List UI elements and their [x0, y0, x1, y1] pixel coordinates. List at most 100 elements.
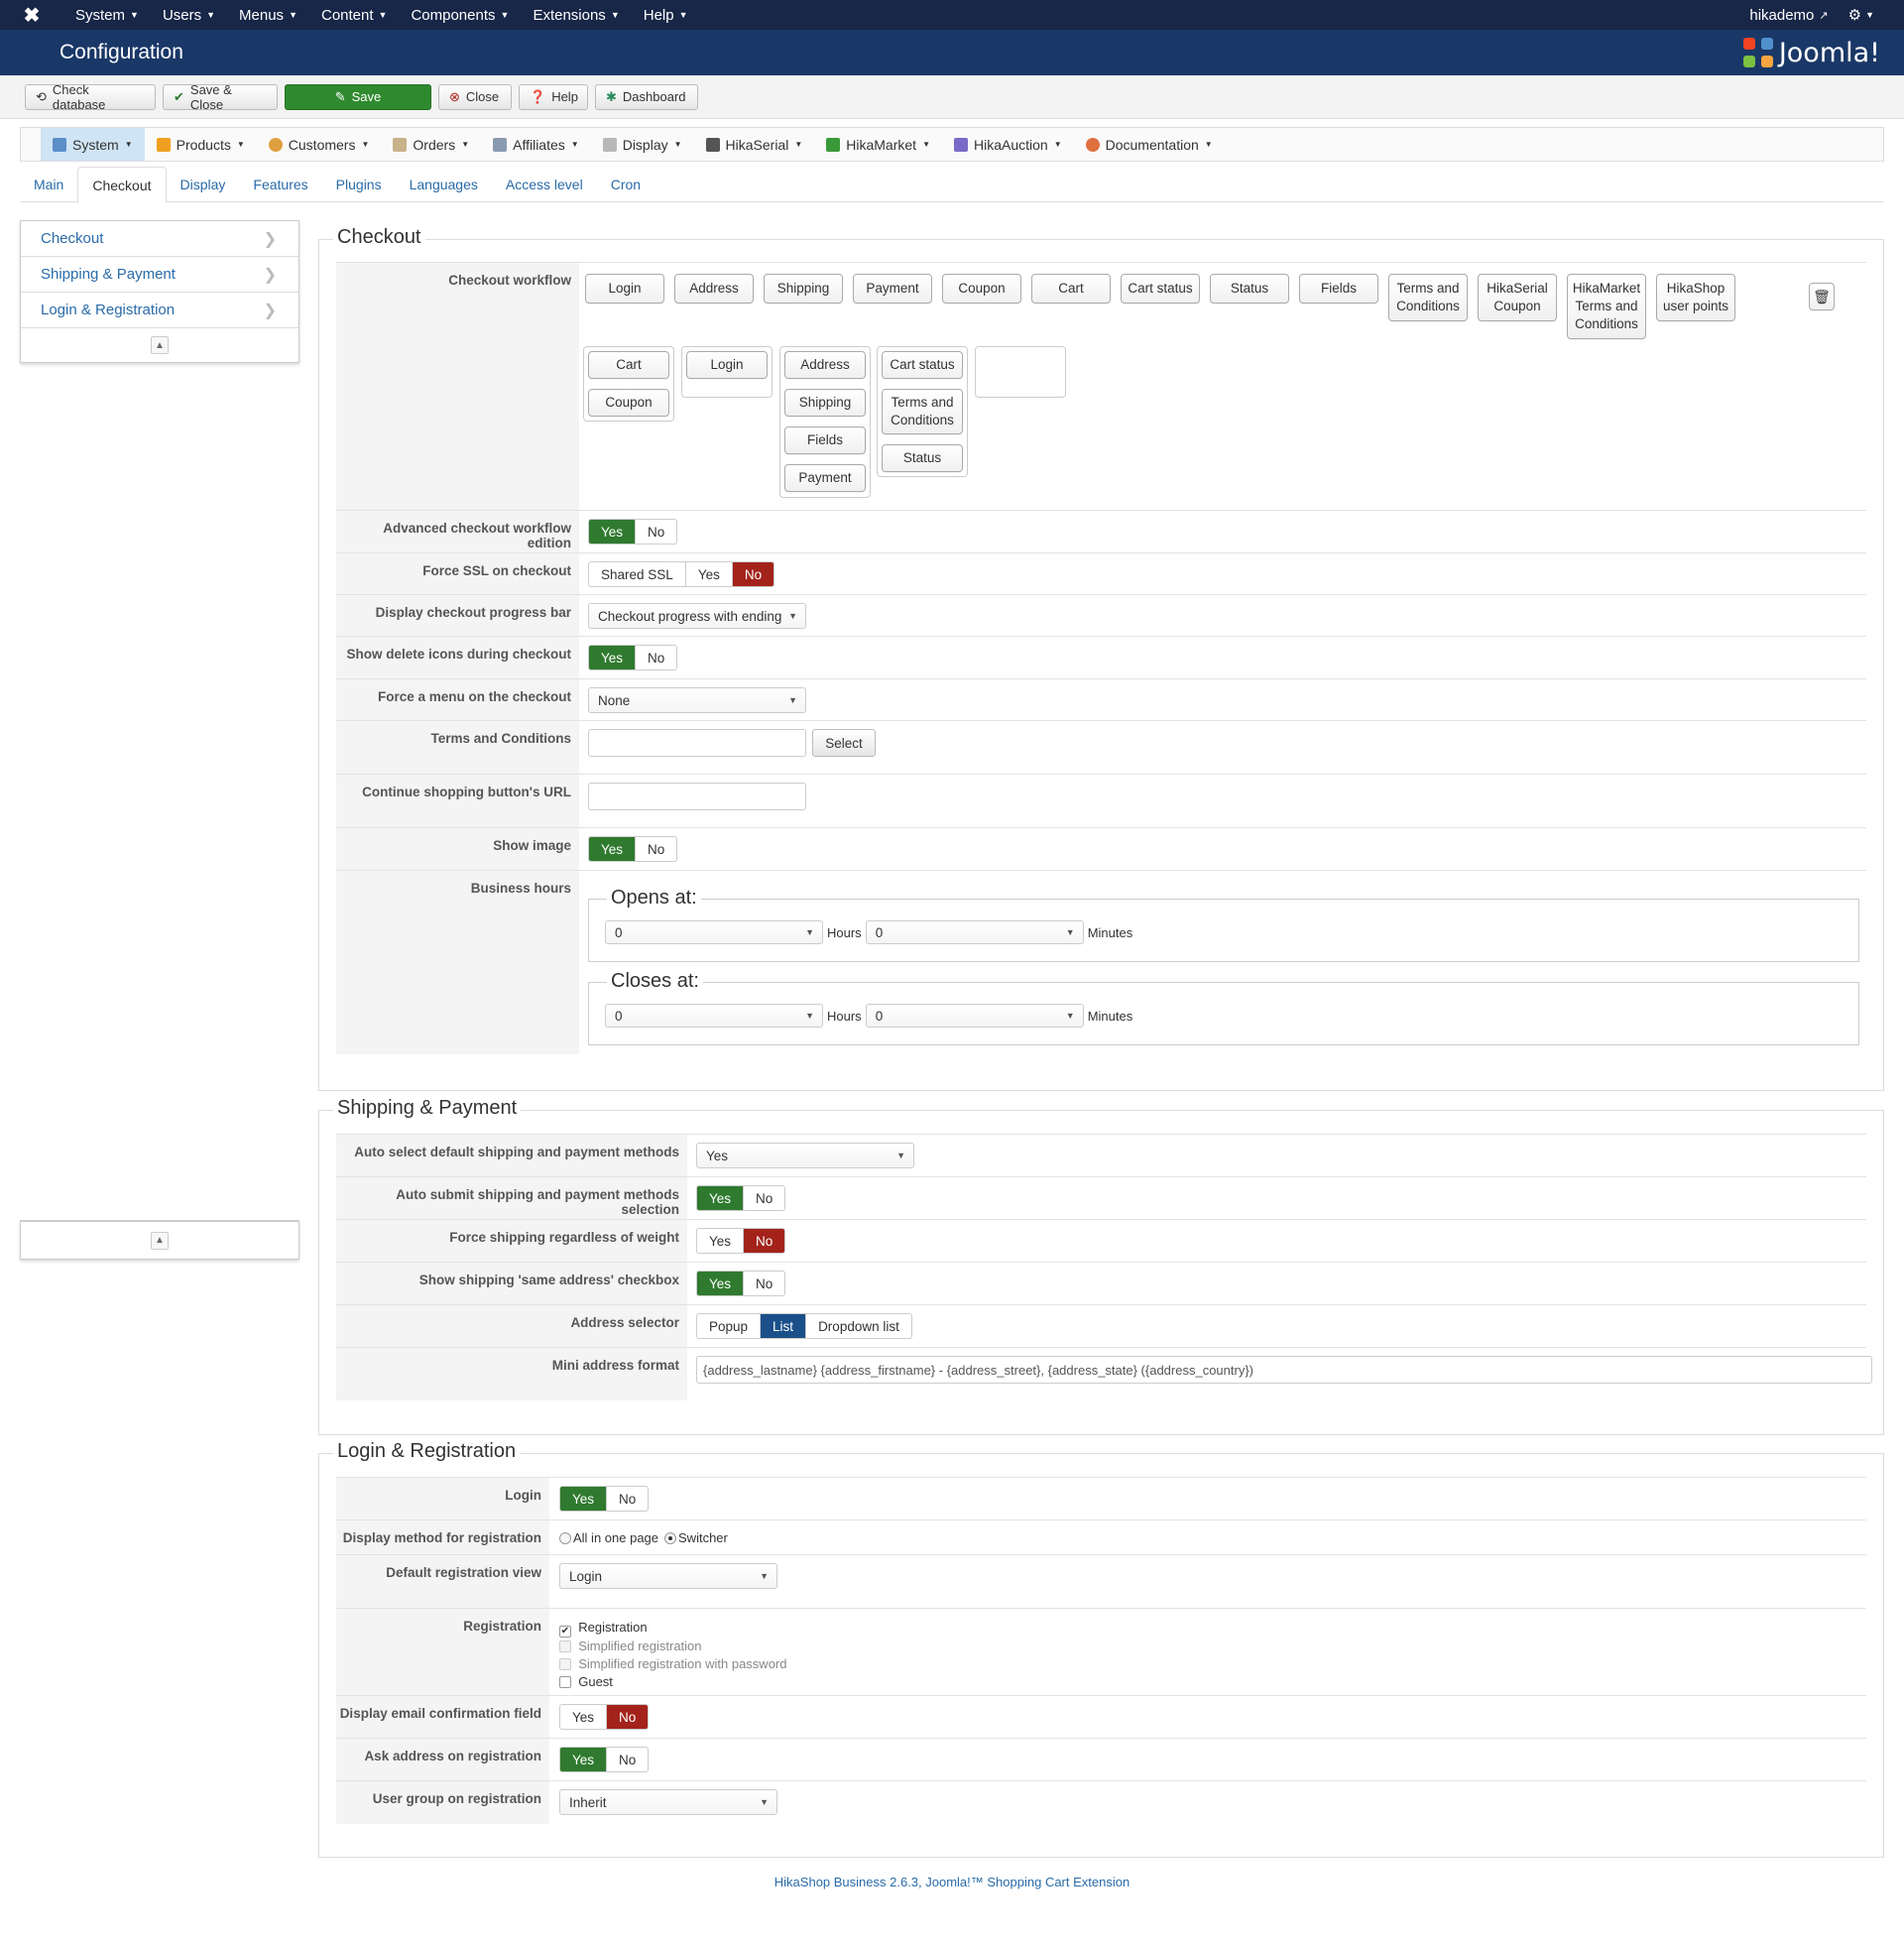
force-menu-select[interactable]: None ▼	[588, 687, 806, 713]
workflow-payment[interactable]: Payment	[853, 274, 932, 304]
same-address-toggle[interactable]: Yes No	[696, 1271, 786, 1296]
tab-features[interactable]: Features	[239, 167, 321, 201]
workflow-fields[interactable]: Fields	[1299, 274, 1378, 304]
settings-menu[interactable]: ⚙ ▼	[1848, 6, 1874, 24]
hmenu-documentation[interactable]: Documentation ▼	[1074, 128, 1225, 161]
no-option[interactable]: No	[636, 520, 676, 544]
workflow-cart[interactable]: Cart	[1031, 274, 1111, 304]
step-item-coupon[interactable]: Coupon	[588, 389, 669, 417]
save-button[interactable]: ✎ Save	[285, 83, 431, 110]
hmenu-system[interactable]: System ▼	[41, 128, 145, 161]
menu-extensions[interactable]: Extensions ▼	[521, 7, 631, 24]
list-option[interactable]: List	[761, 1314, 807, 1338]
auto-select-select[interactable]: Yes ▼	[696, 1143, 914, 1168]
yes-option[interactable]: Yes	[697, 1186, 745, 1210]
no-option[interactable]: No	[744, 1272, 784, 1295]
opens-minutes-select[interactable]: 0 ▼	[865, 920, 1084, 944]
shared-ssl-option[interactable]: Shared SSL	[589, 562, 686, 586]
yes-option[interactable]: Yes	[686, 562, 733, 586]
no-option[interactable]: No	[636, 646, 676, 669]
auto-submit-toggle[interactable]: Yes No	[696, 1185, 786, 1211]
hmenu-display[interactable]: Display ▼	[591, 128, 694, 161]
hmenu-customers[interactable]: Customers ▼	[257, 128, 382, 161]
hmenu-hikaauction[interactable]: HikaAuction ▼	[942, 128, 1074, 161]
workflow-user-points[interactable]: HikaShop user points	[1656, 274, 1735, 321]
force-shipping-toggle[interactable]: Yes No	[696, 1228, 786, 1254]
footer-link[interactable]: HikaShop Business 2.6.3, Joomla!™ Shoppi…	[0, 1875, 1904, 1889]
workflow-cart-status[interactable]: Cart status	[1121, 274, 1200, 304]
no-option[interactable]: No	[636, 837, 676, 861]
step-item-login[interactable]: Login	[686, 351, 768, 379]
hmenu-hikamarket[interactable]: HikaMarket ▼	[814, 128, 942, 161]
yes-option[interactable]: Yes	[697, 1229, 745, 1253]
scroll-top-icon[interactable]: ▲	[151, 336, 169, 354]
terms-input[interactable]	[588, 729, 806, 757]
delete-icons-toggle[interactable]: Yes No	[588, 645, 678, 670]
save-close-button[interactable]: ✔ Save & Close	[163, 82, 278, 112]
simplified-password-checkbox[interactable]	[559, 1658, 571, 1670]
hmenu-affiliates[interactable]: Affiliates ▼	[481, 128, 591, 161]
yes-option[interactable]: Yes	[560, 1748, 608, 1771]
advanced-workflow-toggle[interactable]: Yes No	[588, 519, 678, 545]
step-item-payment[interactable]: Payment	[784, 464, 866, 492]
yes-option[interactable]: Yes	[589, 837, 637, 861]
workflow-coupon[interactable]: Coupon	[942, 274, 1021, 304]
menu-menus[interactable]: Menus ▼	[227, 7, 309, 24]
terms-select-button[interactable]: Select	[812, 729, 876, 757]
tab-access-level[interactable]: Access level	[492, 167, 597, 201]
ask-address-toggle[interactable]: Yes No	[559, 1747, 650, 1772]
hmenu-products[interactable]: Products ▼	[145, 128, 257, 161]
step-item-status[interactable]: Status	[882, 444, 963, 472]
hmenu-hikaserial[interactable]: HikaSerial ▼	[694, 128, 815, 161]
yes-option[interactable]: Yes	[697, 1272, 745, 1295]
dashboard-button[interactable]: ✱ Dashboard	[595, 83, 698, 110]
hmenu-orders[interactable]: Orders ▼	[381, 128, 481, 161]
progress-bar-select[interactable]: Checkout progress with ending ▼	[588, 603, 806, 629]
menu-help[interactable]: Help ▼	[632, 7, 700, 24]
continue-url-input[interactable]	[588, 783, 806, 810]
menu-users[interactable]: Users ▼	[151, 7, 227, 24]
all-in-one-radio[interactable]	[559, 1531, 571, 1544]
closes-hours-select[interactable]: 0 ▼	[605, 1004, 823, 1028]
guest-checkbox[interactable]	[559, 1676, 571, 1688]
help-button[interactable]: ❓ Help	[519, 83, 588, 110]
user-link[interactable]: hikademo ↗	[1749, 7, 1828, 24]
nav-shipping-payment[interactable]: Shipping & Payment ❯	[21, 257, 298, 293]
check-database-button[interactable]: ⟲ Check database	[25, 82, 156, 112]
nav-checkout[interactable]: Checkout ❯	[21, 221, 298, 257]
no-option[interactable]: No	[732, 562, 774, 586]
menu-system[interactable]: System ▼	[63, 7, 151, 24]
dropdown-option[interactable]: Dropdown list	[806, 1314, 911, 1338]
tab-main[interactable]: Main	[20, 167, 77, 201]
trash-icon[interactable]: 🗑	[1809, 283, 1835, 310]
tab-plugins[interactable]: Plugins	[322, 167, 396, 201]
joomla-icon[interactable]: ✖	[0, 3, 63, 28]
registration-checkbox[interactable]: ✔	[559, 1626, 571, 1638]
menu-components[interactable]: Components ▼	[399, 7, 521, 24]
step-item-cart[interactable]: Cart	[588, 351, 669, 379]
yes-option[interactable]: Yes	[589, 646, 637, 669]
yes-option[interactable]: Yes	[589, 520, 637, 544]
switcher-radio[interactable]	[664, 1531, 677, 1544]
step-item-terms[interactable]: Terms and Conditions	[882, 389, 963, 434]
no-option[interactable]: No	[607, 1748, 648, 1771]
workflow-login[interactable]: Login	[585, 274, 664, 304]
no-option[interactable]: No	[744, 1229, 785, 1253]
workflow-terms[interactable]: Terms and Conditions	[1388, 274, 1468, 321]
no-option[interactable]: No	[607, 1487, 648, 1511]
closes-minutes-select[interactable]: 0 ▼	[865, 1004, 1084, 1028]
scroll-top-icon[interactable]: ▲	[151, 1231, 169, 1250]
tab-display[interactable]: Display	[167, 167, 240, 201]
workflow-hikamarket-terms[interactable]: HikaMarket Terms and Conditions	[1567, 274, 1646, 339]
popup-option[interactable]: Popup	[697, 1314, 762, 1338]
force-ssl-toggle[interactable]: Shared SSL Yes No	[588, 561, 775, 587]
opens-hours-select[interactable]: 0 ▼	[605, 920, 823, 944]
tab-checkout[interactable]: Checkout	[77, 167, 167, 203]
login-toggle[interactable]: Yes No	[559, 1486, 650, 1512]
no-option[interactable]: No	[744, 1186, 784, 1210]
mini-address-input[interactable]: {address_lastname} {address_firstname} -…	[696, 1356, 1872, 1384]
address-selector-toggle[interactable]: Popup List Dropdown list	[696, 1313, 912, 1339]
default-view-select[interactable]: Login ▼	[559, 1563, 777, 1589]
email-confirm-toggle[interactable]: Yes No	[559, 1704, 650, 1730]
step-item-fields[interactable]: Fields	[784, 426, 866, 454]
